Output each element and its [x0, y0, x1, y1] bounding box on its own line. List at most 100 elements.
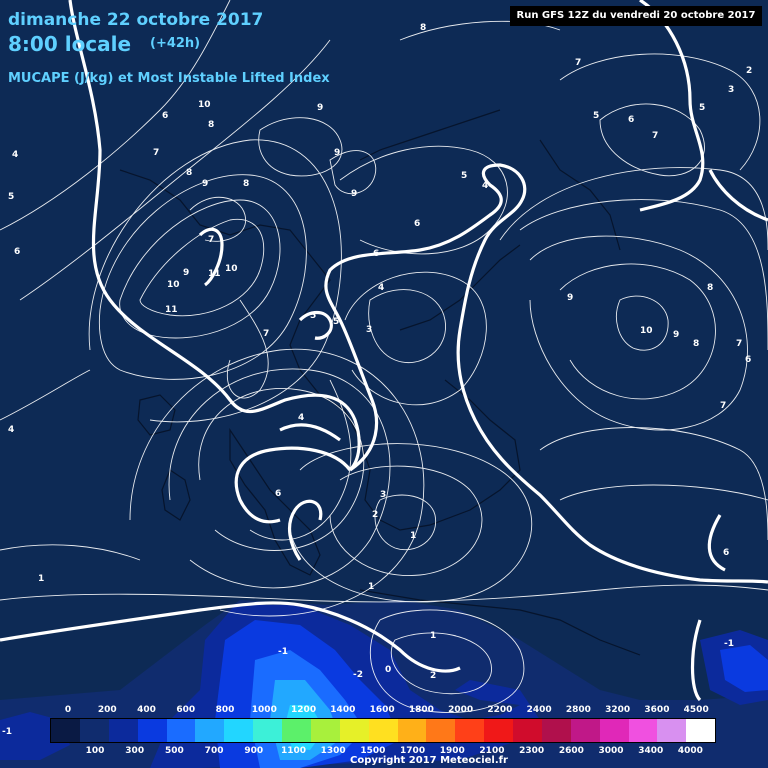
contour-label: 9 [183, 268, 189, 278]
legend-swatch [339, 719, 369, 742]
legend-tick-bottom: 4000 [677, 746, 703, 756]
contour-label: 6 [723, 548, 729, 558]
legend-tick-top: 2200 [487, 705, 513, 715]
contour-label: 9 [317, 103, 323, 113]
legend-tick-bottom: 100 [85, 746, 105, 756]
contour-label: 0 [385, 665, 391, 675]
contour-label: 5 [310, 311, 316, 321]
legend-swatch [310, 719, 340, 742]
contour-label: 8 [208, 120, 214, 130]
contour-label: 9 [567, 293, 573, 303]
contour-label: 9 [202, 179, 208, 189]
contour-label: 7 [208, 235, 214, 245]
contour-label: 7 [652, 131, 658, 141]
legend-swatch [368, 719, 398, 742]
contour-label: 10 [167, 280, 180, 290]
contour-label: 2 [372, 510, 378, 520]
legend-swatch [166, 719, 196, 742]
legend-swatch [686, 719, 716, 742]
legend-tick-top: 0 [64, 705, 72, 715]
contour-label: 7 [720, 401, 726, 411]
legend-swatch [657, 719, 687, 742]
contour-label: 5 [461, 171, 467, 181]
legend-tick-bottom: 300 [125, 746, 145, 756]
contour-label: 4 [482, 181, 488, 191]
contour-label: 6 [275, 489, 281, 499]
legend-tick-bottom: 2300 [519, 746, 545, 756]
legend-swatch [513, 719, 542, 742]
legend-swatch [426, 719, 456, 742]
legend-tick-top: 3600 [644, 705, 670, 715]
contour-label: 3 [728, 85, 734, 95]
contour-label: -1 [2, 727, 12, 737]
legend-tick-top: 2800 [565, 705, 591, 715]
legend-swatch [51, 719, 80, 742]
legend-swatch [599, 719, 629, 742]
contour-label: 4 [298, 413, 304, 423]
contour-label: 11 [208, 269, 221, 279]
legend-tick-top: 1400 [330, 705, 356, 715]
contour-label: 2 [430, 671, 436, 681]
contour-label: 4 [8, 425, 14, 435]
legend-tick-bottom: 900 [244, 746, 264, 756]
contour-label: 8 [186, 168, 192, 178]
contour-label: 5 [333, 317, 339, 327]
contour-label: 3 [366, 325, 372, 335]
legend-tick-bottom: 2600 [558, 746, 584, 756]
contour-label: 5 [8, 192, 14, 202]
contour-label: 4 [378, 283, 384, 293]
contour-label: 1 [38, 574, 44, 584]
legend-tick-bottom: 700 [204, 746, 224, 756]
forecast-lead: (+42h) [150, 36, 201, 51]
legend-swatch [628, 719, 658, 742]
legend-tick-top: 2000 [448, 705, 474, 715]
contour-label: 11 [165, 305, 178, 315]
contour-label: 8 [707, 283, 713, 293]
contour-label: 6 [14, 247, 20, 257]
forecast-date: dimanche 22 octobre 2017 [8, 10, 264, 30]
contour-label: 6 [414, 219, 420, 229]
contour-label: 10 [198, 100, 211, 110]
legend-tick-top: 200 [97, 705, 117, 715]
contour-label: -1 [724, 639, 734, 649]
contour-label: 10 [225, 264, 238, 274]
color-scale-legend [50, 718, 716, 743]
contour-label: 1 [410, 531, 416, 541]
contour-label: 8 [420, 23, 426, 33]
contour-label: 6 [373, 249, 379, 259]
contour-label: 9 [673, 330, 679, 340]
contour-label: -2 [353, 670, 363, 680]
legend-tick-bottom: 1300 [320, 746, 346, 756]
legend-tick-top: 1200 [291, 705, 317, 715]
legend-swatch [484, 719, 513, 742]
legend-swatch [224, 719, 254, 742]
legend-tick-top: 600 [176, 705, 196, 715]
legend-tick-top: 2400 [526, 705, 552, 715]
contour-label: 9 [334, 148, 340, 158]
contour-label: 6 [628, 115, 634, 125]
contour-label: 7 [153, 148, 159, 158]
contour-label: -1 [278, 647, 288, 657]
legend-tick-top: 1000 [251, 705, 277, 715]
weather-map-panel: 8 7 2 3 5 6 7 5 6 10 8 9 9 9 8 9 7 4 5 6… [0, 0, 768, 768]
legend-swatch [253, 719, 282, 742]
contour-label: 7 [736, 339, 742, 349]
legend-swatch [541, 719, 571, 742]
legend-swatch [108, 719, 138, 742]
contour-label: 1 [430, 631, 436, 641]
legend-tick-top: 400 [137, 705, 156, 715]
contour-label: 3 [380, 490, 386, 500]
contour-label: 5 [593, 111, 599, 121]
product-title: MUCAPE (J/kg) et Most Instable Lifted In… [8, 71, 330, 86]
run-info-box: Run GFS 12Z du vendredi 20 octobre 2017 [510, 6, 762, 26]
mucape-map: 8 7 2 3 5 6 7 5 6 10 8 9 9 9 8 9 7 4 5 6… [0, 0, 768, 768]
contour-label: 7 [263, 329, 269, 339]
contour-label: 6 [162, 111, 168, 121]
contour-label: 9 [351, 189, 357, 199]
contour-label: 6 [745, 355, 751, 365]
legend-swatch [137, 719, 167, 742]
legend-tick-bottom: 1100 [280, 746, 306, 756]
contour-label: 8 [243, 179, 249, 189]
legend-tick-bottom: 500 [164, 746, 184, 756]
forecast-time: 8:00 locale [8, 32, 132, 56]
